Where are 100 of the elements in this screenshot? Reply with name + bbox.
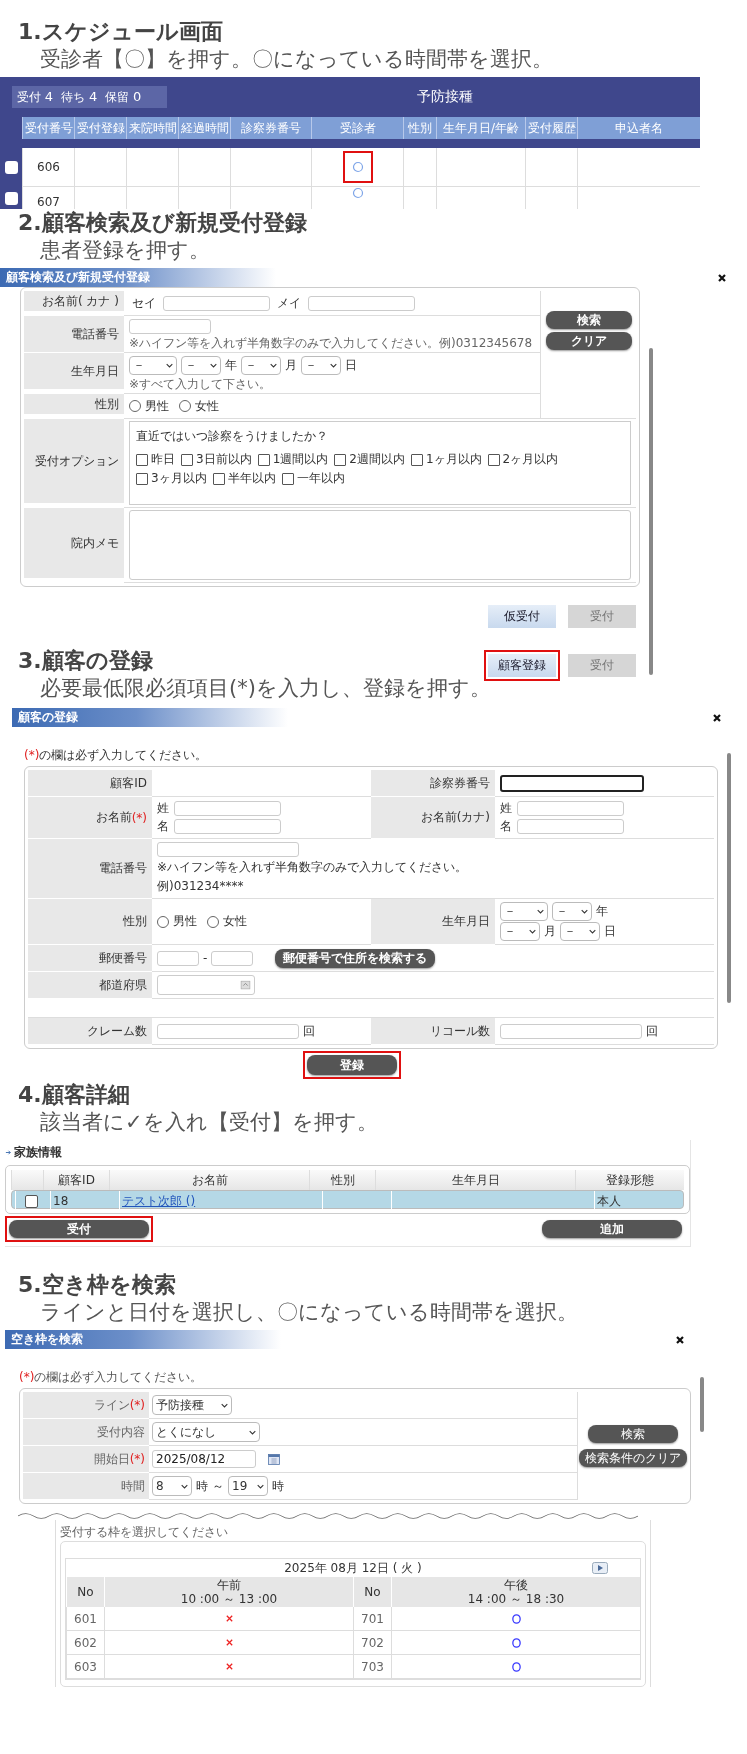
- table-row[interactable]: 18 テスト次郎 () 本人: [11, 1190, 684, 1209]
- checkbox[interactable]: [4, 191, 18, 205]
- caret-icon: [581, 909, 588, 914]
- field-label: 顧客ID: [28, 770, 152, 797]
- field-label: 電話番号: [28, 839, 152, 899]
- checkbox[interactable]: [257, 453, 270, 466]
- select-field[interactable]: 予防接種: [152, 1395, 232, 1415]
- checkbox[interactable]: [25, 1194, 38, 1208]
- action-button[interactable]: 受付: [9, 1220, 149, 1238]
- table-row[interactable]: 606: [22, 148, 700, 187]
- table-row[interactable]: 607: [22, 187, 700, 209]
- select-field[interactable]: －: [560, 922, 600, 941]
- circle-icon[interactable]: [510, 1660, 522, 1673]
- step-title: 4.顧客詳細: [18, 1081, 130, 1108]
- step-instruction: 該当者に✓を入れ【受付】を押す。: [40, 1109, 378, 1136]
- field-label: 姓: [500, 800, 513, 817]
- unit-label: 日: [604, 923, 616, 940]
- select-field[interactable]: 19: [228, 1476, 268, 1496]
- field-label: お名前(カナ): [371, 797, 495, 839]
- input-field[interactable]: [500, 774, 644, 792]
- field-label: リコール数: [371, 1018, 495, 1045]
- step-instruction: 受診者【〇】を押す。〇になっている時間帯を選択。: [40, 46, 553, 73]
- select-field[interactable]: －: [500, 902, 548, 921]
- field-label: 都道府県: [28, 972, 152, 999]
- table-cell: 701: [353, 1607, 391, 1631]
- checkbox[interactable]: [4, 161, 18, 174]
- checkbox[interactable]: [181, 453, 193, 466]
- search-address-button[interactable]: 郵便番号で住所を検索する: [275, 948, 436, 968]
- select-field[interactable]: －: [301, 355, 341, 375]
- table-cell: 607: [22, 187, 74, 209]
- field-label: 名: [500, 818, 513, 835]
- action-button[interactable]: 仮受付: [488, 605, 556, 628]
- option-label: 半年以内: [227, 470, 276, 487]
- circle-icon[interactable]: [510, 1612, 522, 1625]
- action-button[interactable]: 追加: [542, 1220, 682, 1238]
- date-heading: 2025年 08月 12日 ( 火 ): [284, 1561, 422, 1575]
- caret-icon: [537, 909, 544, 914]
- action-button[interactable]: 検索: [587, 1425, 678, 1443]
- option-label: 女性: [223, 913, 247, 930]
- checkbox[interactable]: [334, 453, 347, 466]
- dialog-title: 顧客の登録: [12, 708, 288, 727]
- option-label: 3ヶ月以内: [151, 470, 207, 487]
- radio-button[interactable]: [129, 400, 141, 412]
- close-icon[interactable]: [675, 1334, 685, 1345]
- action-button[interactable]: 検索: [545, 311, 632, 329]
- select-field[interactable]: 8: [152, 1476, 192, 1496]
- select-field[interactable]: －: [181, 355, 221, 375]
- unit-label: 回: [646, 1022, 658, 1040]
- dialog-title: 空き枠を検索: [5, 1330, 281, 1349]
- calendar-icon[interactable]: [268, 1453, 280, 1465]
- caret-icon: [270, 362, 277, 368]
- select-field[interactable]: －: [552, 902, 592, 921]
- checkbox[interactable]: [212, 472, 225, 485]
- field-label: 性別: [24, 394, 124, 415]
- count-label: 待ち 4: [61, 88, 98, 106]
- name-link[interactable]: テスト次郎 (): [122, 1192, 196, 1210]
- question-text: 直近ではいつ診察をうけましたか？: [136, 428, 329, 445]
- action-button[interactable]: クリア: [545, 332, 632, 350]
- caret-icon: [589, 929, 596, 934]
- line-title: 予防接種: [417, 88, 473, 106]
- field-label: クレーム数: [28, 1018, 152, 1045]
- column-header: 来院時間: [126, 117, 178, 139]
- unit-label: 年: [225, 356, 237, 374]
- caret-icon: [257, 1483, 264, 1489]
- select-field[interactable]: とくになし: [152, 1422, 260, 1442]
- table-cell: 702: [353, 1631, 391, 1655]
- option-label: 2週間以内: [349, 451, 405, 468]
- column-header: 受付登録: [74, 117, 126, 139]
- date-field[interactable]: 2025/08/12: [152, 1450, 256, 1468]
- circle-icon[interactable]: [510, 1636, 522, 1649]
- checkbox[interactable]: [281, 472, 294, 485]
- separator-text: -: [203, 951, 208, 965]
- radio-button[interactable]: [179, 400, 191, 412]
- column-header: 午後 14 :00 ～ 18 :30: [391, 1577, 640, 1607]
- step-title: 2.顧客検索及び新規受付登録: [18, 209, 307, 236]
- register-button[interactable]: 登録: [307, 1055, 397, 1075]
- unit-label: 月: [285, 356, 297, 374]
- select-field[interactable]: －: [500, 922, 540, 941]
- prefecture-field[interactable]: [157, 975, 255, 995]
- checkbox[interactable]: [487, 453, 500, 466]
- select-field[interactable]: －: [129, 355, 177, 375]
- action-button[interactable]: 検索条件のクリア: [578, 1449, 687, 1467]
- checkbox[interactable]: [136, 472, 148, 485]
- unit-label: 時: [272, 1477, 284, 1495]
- field-label: 受付オプション: [24, 419, 124, 504]
- field-label: 開始日(*): [23, 1446, 149, 1473]
- field-label: 名: [157, 818, 170, 835]
- radio-button[interactable]: [207, 915, 219, 928]
- required-note: (*)の欄は必ず入力してください。: [24, 747, 209, 764]
- action-button[interactable]: 顧客登録: [488, 654, 556, 677]
- table-cell: 601: [66, 1607, 104, 1631]
- checkbox[interactable]: [136, 453, 148, 466]
- step-title: 3.顧客の登録: [18, 647, 153, 674]
- select-field[interactable]: －: [241, 355, 281, 375]
- table-cell: 本人: [594, 1191, 680, 1211]
- close-icon[interactable]: [712, 712, 722, 723]
- memo-field[interactable]: [129, 510, 631, 580]
- radio-button[interactable]: [157, 915, 169, 928]
- checkbox[interactable]: [410, 453, 423, 466]
- close-icon[interactable]: [717, 272, 727, 283]
